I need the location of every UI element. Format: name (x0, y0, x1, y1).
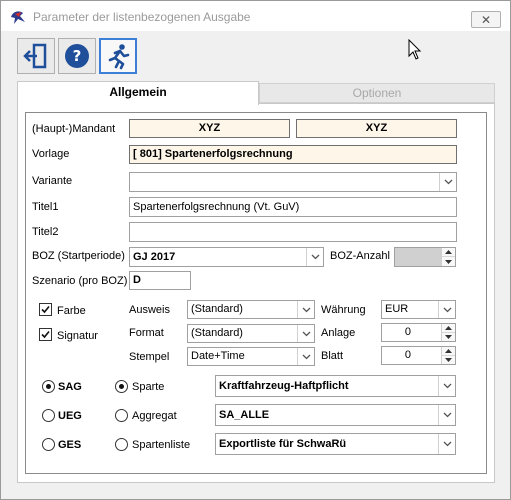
spartenliste-label: Spartenliste (132, 439, 191, 451)
spin-down-icon[interactable] (442, 356, 455, 365)
stempel-select[interactable]: Date+Time (187, 347, 315, 366)
close-icon: ✕ (480, 13, 492, 27)
boz-value: GJ 2017 (133, 251, 176, 263)
aggregat-label: Aggregat (132, 410, 177, 422)
chevron-down-icon[interactable] (297, 301, 314, 318)
mouse-cursor-icon (408, 39, 422, 60)
boz-select[interactable]: GJ 2017 (129, 247, 324, 267)
vorlage-label: Vorlage (32, 148, 70, 160)
sag-radio[interactable] (42, 380, 55, 393)
ges-radio[interactable] (42, 438, 55, 451)
chevron-down-icon[interactable] (438, 301, 455, 318)
ueg-label: UEG (58, 410, 82, 422)
sparte-select[interactable]: Kraftfahrzeug-Haftpflicht (215, 375, 456, 397)
spartenliste-radio[interactable] (115, 438, 128, 451)
ausweis-value: (Standard) (191, 303, 243, 315)
spin-buttons[interactable] (441, 324, 455, 341)
spin-up-icon[interactable] (442, 248, 455, 257)
help-button[interactable]: ? (58, 38, 96, 74)
window-title: Parameter der listenbezogenen Ausgabe (33, 10, 251, 24)
ueg-radio[interactable] (42, 409, 55, 422)
spartenliste-select[interactable]: Exportliste für SchwaRü (215, 433, 456, 455)
sparte-radio[interactable] (115, 380, 128, 393)
blatt-label: Blatt (321, 350, 344, 362)
waehrung-label: Währung (321, 304, 366, 316)
chevron-down-icon[interactable] (297, 348, 314, 365)
help-icon: ? (65, 44, 89, 68)
variante-select[interactable] (129, 172, 457, 192)
checkmark-icon (41, 330, 50, 339)
waehrung-select[interactable]: EUR (381, 300, 456, 319)
anlage-label: Anlage (321, 327, 356, 339)
vorlage-field[interactable]: [ 801] Spartenerfolgsrechnung (129, 145, 457, 164)
format-value: (Standard) (191, 327, 243, 339)
farbe-checkbox[interactable] (39, 303, 52, 316)
ausweis-select[interactable]: (Standard) (187, 300, 315, 319)
boz-anzahl-stepper[interactable]: 1 (394, 247, 456, 267)
blatt-stepper[interactable]: 0 (381, 346, 456, 365)
signatur-label: Signatur (57, 330, 98, 342)
spin-down-icon[interactable] (442, 257, 455, 266)
variante-label: Variante (32, 175, 73, 187)
spin-up-icon[interactable] (442, 324, 455, 333)
dialog-window: Parameter der listenbezogenen Ausgabe ✕ … (0, 0, 511, 500)
chevron-down-icon[interactable] (438, 376, 455, 396)
spin-buttons[interactable] (441, 347, 455, 364)
szenario-label: Szenario (pro BOZ) (32, 275, 128, 287)
aggregat-radio[interactable] (115, 409, 128, 422)
signatur-checkbox[interactable] (39, 328, 52, 341)
anlage-stepper[interactable]: 0 (381, 323, 456, 342)
spin-down-icon[interactable] (442, 333, 455, 342)
tab-optionen[interactable]: Optionen (259, 83, 495, 103)
titel1-label: Titel1 (32, 201, 59, 213)
spartenliste-value: Exportliste für SchwaRü (219, 438, 347, 450)
boz-anzahl-label: BOZ-Anzahl (330, 250, 390, 262)
chevron-down-icon[interactable] (439, 173, 456, 191)
chevron-down-icon[interactable] (306, 248, 323, 266)
format-label: Format (129, 327, 164, 339)
chevron-down-icon[interactable] (438, 405, 455, 425)
exit-door-icon (23, 43, 47, 69)
waehrung-value: EUR (385, 303, 409, 315)
titel2-label: Titel2 (32, 226, 59, 238)
aggregat-select[interactable]: SA_ALLE (215, 404, 456, 426)
title-bar[interactable]: Parameter der listenbezogenen Ausgabe ✕ (1, 1, 510, 31)
stempel-value: Date+Time (191, 350, 245, 362)
chevron-down-icon[interactable] (297, 325, 314, 342)
boz-label: BOZ (Startperiode) (32, 250, 125, 262)
checkmark-icon (41, 305, 50, 314)
spin-buttons[interactable] (441, 248, 455, 266)
titel1-input[interactable]: Spartenerfolgsrechnung (Vt. GuV) (129, 197, 457, 217)
sparte-value: Kraftfahrzeug-Haftpflicht (219, 380, 349, 392)
aggregat-value: SA_ALLE (219, 409, 270, 421)
format-select[interactable]: (Standard) (187, 324, 315, 343)
titel2-input[interactable] (129, 222, 457, 242)
stempel-label: Stempel (129, 351, 170, 363)
exit-button[interactable] (17, 38, 55, 74)
tab-allgemein[interactable]: Allgemein (17, 81, 259, 105)
ausweis-label: Ausweis (129, 304, 170, 316)
run-button[interactable] (99, 38, 137, 74)
sag-label: SAG (58, 381, 82, 393)
blatt-value: 0 (404, 349, 411, 361)
sparte-label: Sparte (132, 381, 165, 393)
running-man-icon (108, 44, 130, 70)
app-logo-icon (11, 11, 25, 24)
ges-label: GES (58, 439, 82, 451)
szenario-input[interactable]: D (129, 271, 191, 290)
spin-up-icon[interactable] (442, 347, 455, 356)
close-button[interactable]: ✕ (471, 11, 501, 28)
mandant-field-2[interactable]: XYZ (296, 119, 457, 138)
svg-text:?: ? (73, 47, 82, 65)
anlage-value: 0 (404, 326, 411, 338)
mandant-field-1[interactable]: XYZ (129, 119, 290, 138)
farbe-label: Farbe (57, 305, 86, 317)
mandant-label: (Haupt-)Mandant (32, 123, 116, 135)
chevron-down-icon[interactable] (438, 434, 455, 454)
